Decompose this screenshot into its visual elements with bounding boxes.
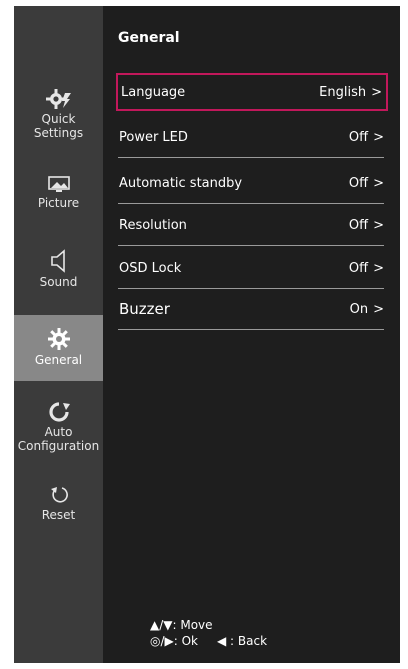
sidebar-item-general[interactable]: General <box>14 315 103 381</box>
item-label: Resolution <box>119 218 187 233</box>
chevron-right-icon: > <box>373 261 384 276</box>
menu-item-osd-lock[interactable]: OSD Lock Off > <box>118 250 384 289</box>
menu-item-automatic-standby[interactable]: Automatic standby Off > <box>118 165 384 204</box>
sidebar-item-picture[interactable]: Picture <box>14 176 103 216</box>
sidebar-label: Reset <box>41 508 76 522</box>
chevron-right-icon: > <box>373 218 384 233</box>
item-value: Off > <box>348 130 384 145</box>
hint-move: ▲/▼: Move <box>150 618 213 632</box>
sidebar-item-auto-configuration[interactable]: Auto Configuration <box>14 401 103 459</box>
sidebar-label: General <box>34 353 83 367</box>
item-value: English > <box>319 85 382 100</box>
hint-back: ◀ : Back <box>217 634 268 648</box>
sidebar: Quick Settings Picture Sound General Aut… <box>14 6 103 663</box>
chevron-right-icon: > <box>373 176 384 191</box>
page-title: General <box>118 30 180 46</box>
auto-config-icon <box>48 402 70 422</box>
item-value: Off > <box>348 218 384 233</box>
chevron-right-icon: > <box>373 130 384 145</box>
item-label: Language <box>121 85 186 100</box>
sidebar-item-sound[interactable]: Sound <box>14 249 103 291</box>
item-value: Off > <box>348 176 384 191</box>
sidebar-label: Auto <box>44 425 73 439</box>
sidebar-label: Quick <box>41 112 76 126</box>
sidebar-label: Settings <box>33 126 84 140</box>
picture-icon <box>47 176 70 192</box>
sidebar-label: Picture <box>37 196 80 210</box>
menu-item-buzzer[interactable]: Buzzer On > <box>118 291 384 330</box>
gear-icon <box>47 328 70 350</box>
menu-item-language[interactable]: Language English > <box>116 73 388 111</box>
item-label: Power LED <box>119 130 188 145</box>
hint-ok: ◎/▶: Ok <box>150 634 198 648</box>
sidebar-item-reset[interactable]: Reset <box>14 484 103 524</box>
osd-menu: Quick Settings Picture Sound General Aut… <box>14 6 400 663</box>
menu-item-resolution[interactable]: Resolution Off > <box>118 207 384 246</box>
sidebar-item-quick-settings[interactable]: Quick Settings <box>14 88 103 144</box>
item-label: Buzzer <box>119 300 170 318</box>
menu-item-power-led[interactable]: Power LED Off > <box>118 119 384 158</box>
sidebar-label: Configuration <box>17 439 100 453</box>
gear-lightning-icon <box>45 89 71 109</box>
chevron-right-icon: > <box>373 302 384 317</box>
sidebar-label: Sound <box>39 275 78 289</box>
item-label: Automatic standby <box>119 176 243 191</box>
reset-icon <box>50 487 68 503</box>
item-value: Off > <box>348 261 384 276</box>
item-value: On > <box>349 302 384 317</box>
item-label: OSD Lock <box>119 261 182 276</box>
chevron-right-icon: > <box>371 85 382 100</box>
speaker-icon <box>50 249 65 273</box>
